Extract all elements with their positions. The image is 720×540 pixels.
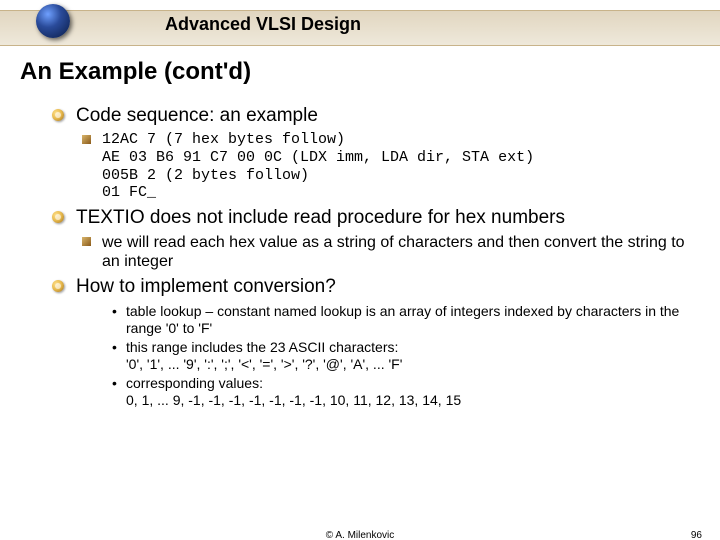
conv-sub-0: •table lookup – constant named lookup is… [126, 303, 696, 337]
conv-sub-0-text: table lookup – constant named lookup is … [126, 303, 679, 336]
header: Advanced VLSI Design [0, 0, 720, 52]
page-number: 96 [691, 530, 702, 540]
conv-sub-2: •corresponding values:0, 1, ... 9, -1, -… [126, 375, 696, 409]
conv-sub-2-text: corresponding values:0, 1, ... 9, -1, -1… [126, 375, 461, 408]
bullet-textio: TEXTIO does not include read procedure f… [76, 206, 696, 229]
copyright: © A. Milenkovic [326, 530, 395, 540]
deck-title: Advanced VLSI Design [165, 14, 361, 35]
bullet-code-sequence: Code sequence: an example [76, 104, 696, 127]
bullet-conversion: How to implement conversion? [76, 275, 696, 298]
conv-sub-1: •this range includes the 23 ASCII charac… [126, 339, 696, 373]
bullet-textio-sub: we will read each hex value as a string … [102, 233, 696, 271]
code-block: 12AC 7 (7 hex bytes follow)AE 03 B6 91 C… [102, 131, 696, 202]
slide: Advanced VLSI Design An Example (cont'd)… [0, 0, 720, 540]
slide-title: An Example (cont'd) [20, 58, 251, 86]
conv-sub-1-text: this range includes the 23 ASCII charact… [126, 339, 402, 372]
slide-content: Code sequence: an example 12AC 7 (7 hex … [52, 100, 696, 411]
globe-icon [36, 4, 70, 38]
